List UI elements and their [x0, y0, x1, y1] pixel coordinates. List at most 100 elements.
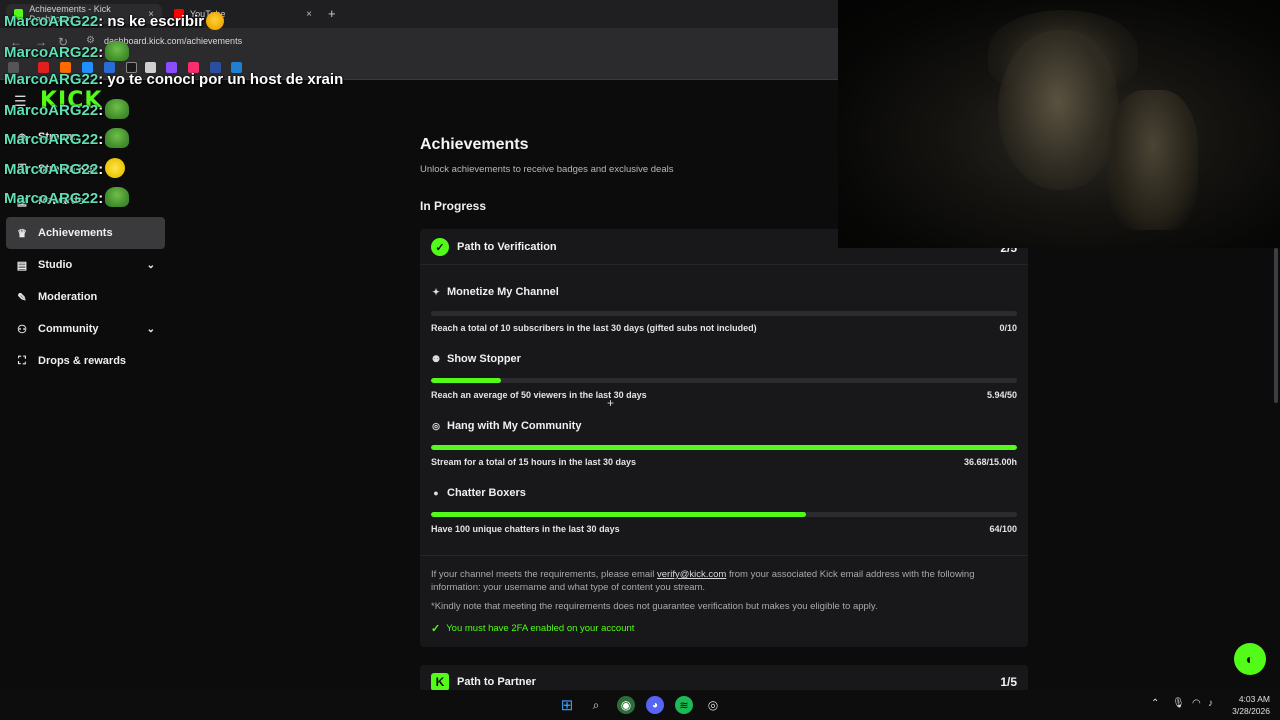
webcam-overlay [838, 0, 1280, 248]
progress-fill [431, 512, 807, 517]
thinking-emote-icon [206, 12, 225, 30]
obs-icon[interactable]: ◎ [704, 696, 722, 714]
pepe-emote-icon [105, 187, 130, 207]
progress-bar [431, 378, 1017, 383]
chat-text: : [98, 102, 104, 119]
system-clock[interactable]: 4:03 AM 3/28/2026 [1222, 693, 1270, 717]
pepe-emote-icon [105, 41, 130, 61]
verified-badge-icon: ✓ [431, 238, 449, 256]
webcam-face [998, 30, 1118, 190]
chevron-up-icon[interactable]: ⌃ [1151, 698, 1159, 709]
chat-message: MarcoARG22: [4, 187, 130, 207]
verification-instructions: If your channel meets the requirements, … [431, 568, 1017, 594]
card-title: Path to Partner [457, 676, 536, 688]
progress-fill [431, 378, 501, 383]
task-description: Have 100 unique chatters in the last 30 … [431, 524, 620, 534]
page-scrollbar[interactable] [1274, 248, 1278, 403]
progress-fill [431, 445, 1017, 450]
task-title: ◎ Hang with My Community [431, 420, 581, 432]
mouse-cursor-icon: + [607, 396, 615, 410]
sidebar-item-studio[interactable]: ▤ Studio ⌄ [6, 249, 165, 281]
sidebar-item-community[interactable]: ⚇ Community ⌄ [6, 313, 165, 345]
verification-disclaimer: *Kindly note that meeting the requiremen… [431, 601, 878, 612]
chat-bubble-icon: ● [433, 488, 439, 498]
sidebar-item-achievements[interactable]: ♛ Achievements [6, 217, 165, 249]
note-text: If your channel meets the requirements, … [431, 569, 658, 580]
checkmark-icon: ✓ [431, 623, 441, 635]
chat-text: : [98, 131, 104, 148]
discord-icon[interactable]: ◕ [646, 696, 664, 714]
twofa-requirement: ✓ You must have 2FA enabled on your acco… [431, 622, 634, 635]
wrench-icon: ✎ [17, 291, 27, 304]
task-value: 0/10 [999, 323, 1017, 333]
sidebar-item-label: Drops & rewards [38, 355, 127, 367]
windows-taskbar [0, 690, 1280, 720]
close-tab-icon[interactable]: × [306, 9, 312, 20]
trophy-icon: ♛ [17, 227, 27, 240]
task-value: 5.94/50 [986, 390, 1017, 400]
studio-icon: ▤ [16, 259, 28, 272]
pepe-emote-icon [105, 128, 130, 148]
divider [420, 555, 1028, 556]
chevron-down-icon[interactable]: ⌄ [147, 324, 155, 335]
chat-text: : yo te conoci por un host de xrain [98, 71, 344, 88]
task-title: ⚉ Show Stopper [431, 353, 521, 365]
chat-text: : [98, 190, 104, 207]
twofa-text: You must have 2FA enabled on your accoun… [446, 623, 635, 634]
task-title: ✦ Monetize My Channel [431, 286, 559, 298]
support-chat-button[interactable]: ◐ [1234, 643, 1266, 675]
page-title: Achievements [420, 136, 529, 153]
chat-username: MarcoARG22 [4, 13, 99, 30]
chat-username: MarcoARG22 [4, 44, 99, 61]
new-tab-button[interactable]: + [328, 6, 336, 21]
sidebar-item-label: Community [38, 323, 99, 335]
chat-message: MarcoARG22: [4, 128, 130, 148]
task-title: ● Chatter Boxers [431, 487, 526, 499]
people-icon: ⚇ [17, 323, 27, 336]
chat-text: : [98, 44, 104, 61]
chat-username: MarcoARG22 [4, 161, 99, 178]
page-subtitle: Unlock achievements to receive badges an… [420, 164, 674, 175]
task-description: Reach an average of 50 viewers in the la… [431, 390, 647, 400]
sidebar-item-label: Studio [38, 259, 73, 271]
windows-start-icon[interactable]: ⊞ [558, 696, 576, 714]
webcam-hand [1108, 90, 1198, 230]
kick-k-icon: K [431, 673, 449, 691]
task-description: Reach a total of 10 subscribers in the l… [431, 323, 757, 333]
viewers-icon: ⚉ [431, 353, 441, 364]
sparkle-icon: ✦ [432, 286, 440, 297]
clock-time: 4:03 AM [1238, 694, 1270, 704]
wifi-icon[interactable]: ◠ [1192, 698, 1201, 709]
sidebar-item-moderation[interactable]: ✎ Moderation [6, 281, 165, 313]
progress-bar [431, 445, 1017, 450]
task-description: Stream for a total of 15 hours in the la… [431, 457, 637, 467]
search-icon[interactable]: ⌕ [587, 696, 605, 714]
chat-message: MarcoARG22: yo te conoci por un host de … [4, 71, 343, 88]
spotify-icon[interactable]: ≋ [675, 696, 693, 714]
progress-bar [431, 512, 1017, 517]
task-title-text: Chatter Boxers [447, 487, 526, 499]
microphone-icon[interactable]: 🎙︎ [1172, 698, 1185, 709]
card-title: Path to Verification [457, 241, 557, 253]
task-value: 36.68/15.00h [963, 457, 1017, 467]
task-title-text: Monetize My Channel [447, 286, 559, 298]
drops-icon: ⛶ [18, 354, 26, 367]
chat-text: : ns ke escribir [98, 13, 205, 30]
chevron-down-icon[interactable]: ⌄ [147, 260, 155, 271]
chat-username: MarcoARG22 [4, 71, 99, 88]
pepe-emote-icon [105, 99, 130, 119]
chrome-icon[interactable]: ◉ [617, 696, 635, 714]
progress-bar [431, 311, 1017, 316]
section-heading: In Progress [420, 199, 487, 213]
verification-card: ✓ Path to Verification 2/5 ✦ Monetize My… [420, 229, 1028, 647]
task-title-text: Hang with My Community [447, 420, 582, 432]
chat-message: MarcoARG22: [4, 99, 130, 119]
chat-username: MarcoARG22 [4, 190, 99, 207]
sidebar-item-drops-rewards[interactable]: ⛶ Drops & rewards [6, 345, 165, 377]
chat-message: MarcoARG22: [4, 158, 126, 178]
sidebar-item-label: Achievements [38, 227, 113, 239]
chat-message: MarcoARG22: [4, 41, 130, 61]
verify-email-link[interactable]: verify@kick.com [657, 569, 726, 580]
signal-icon: ◎ [432, 420, 440, 431]
volume-icon[interactable]: ♪ [1208, 698, 1213, 709]
